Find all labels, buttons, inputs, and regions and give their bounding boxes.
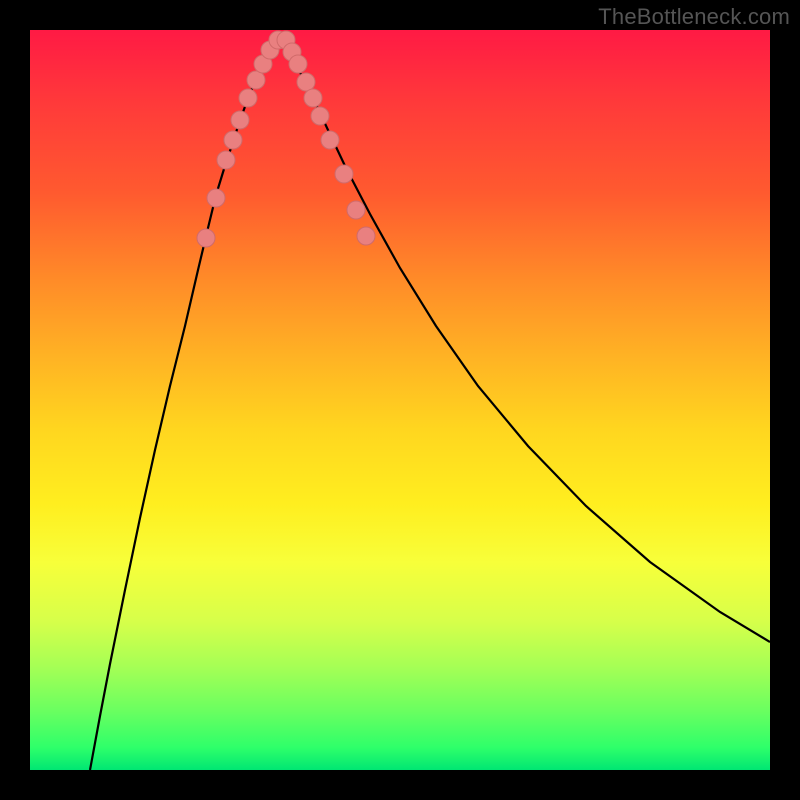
watermark-text: TheBottleneck.com [598, 4, 790, 30]
curve-group [90, 40, 770, 770]
marker-left-3 [224, 131, 242, 149]
chart-svg [30, 30, 770, 770]
marker-right-4 [304, 89, 322, 107]
marker-left-5 [239, 89, 257, 107]
marker-right-6 [321, 131, 339, 149]
marker-right-3 [297, 73, 315, 91]
marker-left-4 [231, 111, 249, 129]
marker-right-7 [335, 165, 353, 183]
marker-right-8 [347, 201, 365, 219]
marker-left-6 [247, 71, 265, 89]
marker-left-2 [217, 151, 235, 169]
marker-left-1 [207, 189, 225, 207]
marker-right-9 [357, 227, 375, 245]
curve-right [278, 40, 770, 642]
marker-group [197, 31, 375, 247]
chart-plot-area [30, 30, 770, 770]
marker-right-5 [311, 107, 329, 125]
chart-frame: TheBottleneck.com [0, 0, 800, 800]
curve-left [90, 40, 278, 770]
marker-left-0 [197, 229, 215, 247]
marker-right-2 [289, 55, 307, 73]
